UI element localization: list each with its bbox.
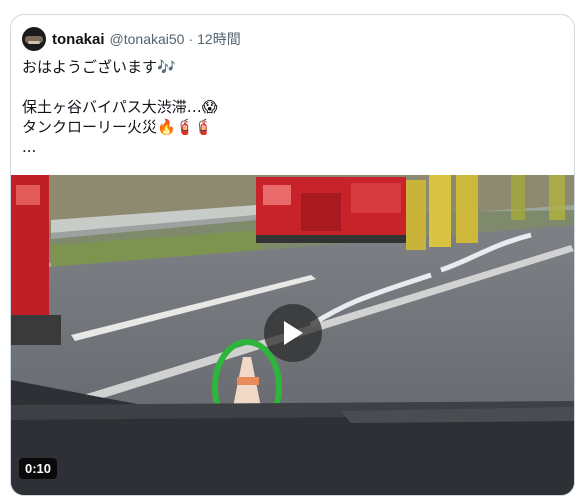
play-button[interactable] [264,304,322,362]
tweet-line [22,77,562,97]
avatar[interactable] [22,27,46,51]
video-duration: 0:10 [19,458,58,479]
video-player[interactable]: 0:10 [11,175,574,495]
tweet-line: おはようございます🎶 [22,58,176,76]
tweet-line: ... [22,138,37,156]
tweet-text: おはようございます🎶 保土ヶ谷バイパス大渋滞…😱 タンクローリー火災🔥🧯🧯 ..… [22,57,562,157]
tweet-card[interactable]: tonakai @tonakai50 · 12時間 おはようございます🎶 保土ヶ… [10,14,575,496]
play-icon [284,321,303,345]
author-handle[interactable]: @tonakai50 [110,31,185,47]
author-name[interactable]: tonakai [52,31,105,48]
tweet-header: tonakai @tonakai50 · 12時間 [22,26,241,52]
tweet-line: タンクローリー火災🔥🧯🧯 [22,118,214,136]
separator: · [188,31,194,47]
tweet-line: 保土ヶ谷バイパス大渋滞…😱 [22,98,218,116]
post-time[interactable]: 12時間 [197,29,241,49]
